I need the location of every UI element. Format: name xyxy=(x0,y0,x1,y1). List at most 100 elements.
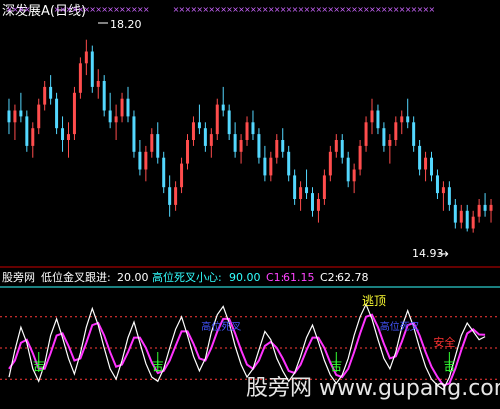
candle-body xyxy=(162,157,166,188)
candle-body xyxy=(388,140,392,146)
watermark: 股旁网 www.gupang.com xyxy=(246,376,500,401)
cross-marker: × xyxy=(24,5,31,14)
candle-body xyxy=(180,163,184,188)
candle-body xyxy=(43,86,47,105)
c2-label: C2: xyxy=(320,271,338,284)
candle-body xyxy=(61,128,65,140)
candle-body xyxy=(90,51,94,87)
candle-body xyxy=(138,151,142,170)
candle-body xyxy=(114,116,118,123)
candlestick-series xyxy=(7,39,493,233)
candle-body xyxy=(424,157,428,170)
cross-marker-row: × × × × × × × × × × × × × × × × × × × × × × × × × × × × × × × × × × × × × × × ×… xyxy=(6,5,435,14)
candle-body xyxy=(352,169,356,182)
c1-value: 61.15 xyxy=(283,271,315,284)
candle-body xyxy=(55,98,59,129)
candle-body xyxy=(251,122,255,135)
c2-value: 62.78 xyxy=(337,271,369,284)
candle-body xyxy=(477,204,481,217)
candle-body xyxy=(72,92,76,135)
candle-body xyxy=(25,116,29,146)
candle-body xyxy=(7,110,11,123)
cross-marker: × xyxy=(429,5,436,14)
candle-body xyxy=(406,116,410,123)
candle-body xyxy=(400,116,404,123)
param1-value: 20.00 xyxy=(117,271,149,284)
candle-body xyxy=(316,199,320,211)
candle-body xyxy=(245,122,249,140)
candle-body xyxy=(322,175,326,199)
candle-body xyxy=(191,122,195,140)
dead-cross-label: 高位死叉 xyxy=(380,320,420,333)
high-price-label: 18.20 xyxy=(110,18,142,31)
candle-body xyxy=(257,134,261,158)
candle-body xyxy=(78,63,82,93)
dead-cross-label: 高位死叉 xyxy=(201,320,241,333)
candle-body xyxy=(441,187,445,194)
candle-body xyxy=(459,210,463,223)
param1-label: 低位金叉跟进: xyxy=(41,270,111,284)
candle-body xyxy=(239,140,243,152)
candle-body xyxy=(334,140,338,152)
candle-body xyxy=(376,110,380,129)
candle-body xyxy=(120,98,124,117)
candle-body xyxy=(49,86,53,99)
candle-body xyxy=(269,157,273,176)
candle-body xyxy=(186,140,190,164)
buy-signal-label: 吉 xyxy=(443,359,455,373)
candle-body xyxy=(299,187,303,199)
candle-body xyxy=(197,122,201,129)
candle-body xyxy=(489,204,493,211)
candle-body xyxy=(126,98,130,117)
buy-signal-label: 吉 xyxy=(33,359,45,373)
candle-body xyxy=(233,134,237,152)
candle-body xyxy=(465,210,469,229)
param2-value: 90.00 xyxy=(229,271,261,284)
candle-body xyxy=(471,216,475,229)
indicator-name: 股旁网 xyxy=(2,270,35,284)
candle-body xyxy=(66,134,70,140)
indicator-panel: 吉 吉 吉 逃顶安全吉 高位死叉 高位死叉 xyxy=(0,286,500,391)
candle-body xyxy=(412,122,416,146)
buy-signal-label: 吉 xyxy=(152,359,164,373)
cross-marker: × xyxy=(143,5,150,14)
candle-body xyxy=(108,110,112,123)
candle-body xyxy=(156,134,160,158)
candle-body xyxy=(358,145,362,170)
candle-body xyxy=(394,122,398,140)
candle-body xyxy=(382,128,386,146)
candle-body xyxy=(370,110,374,123)
candle-body xyxy=(453,204,457,223)
candle-body xyxy=(435,175,439,194)
candle-body xyxy=(364,122,368,146)
candle-body xyxy=(221,104,225,111)
safe-signal-label: 安全 xyxy=(433,335,455,349)
candle-body xyxy=(37,104,41,129)
candle-body xyxy=(430,157,434,176)
param2-label: 高位死叉小心: xyxy=(152,270,222,284)
candle-body xyxy=(305,187,309,194)
low-price-arrow: → xyxy=(438,247,449,262)
candle-body xyxy=(96,81,100,87)
candle-body xyxy=(150,134,154,152)
candle-body xyxy=(418,145,422,170)
candle-body xyxy=(84,51,88,64)
candle-body xyxy=(31,128,35,146)
indicator-header: 股旁网 低位金叉跟进: 20.00 高位死叉小心: 90.00 C1: 61.1… xyxy=(2,270,369,284)
candle-body xyxy=(275,140,279,158)
candle-body xyxy=(263,157,267,176)
candle-body xyxy=(215,104,219,135)
candle-body xyxy=(340,140,344,158)
candle-body xyxy=(287,151,291,176)
candle-body xyxy=(209,134,213,146)
candle-body xyxy=(168,187,172,205)
candle-body xyxy=(102,81,106,111)
candle-body xyxy=(203,128,207,146)
candle-body xyxy=(281,140,285,152)
candle-body xyxy=(328,151,332,176)
c1-label: C1: xyxy=(266,271,284,284)
candle-body xyxy=(346,157,350,182)
kline-stage: 深发展A(日线) × × × × × × × × × × × × × × × × × × × × × × × × × × × × × × ×… xyxy=(0,3,500,401)
candle-body xyxy=(19,110,23,117)
candle-body xyxy=(293,175,297,199)
